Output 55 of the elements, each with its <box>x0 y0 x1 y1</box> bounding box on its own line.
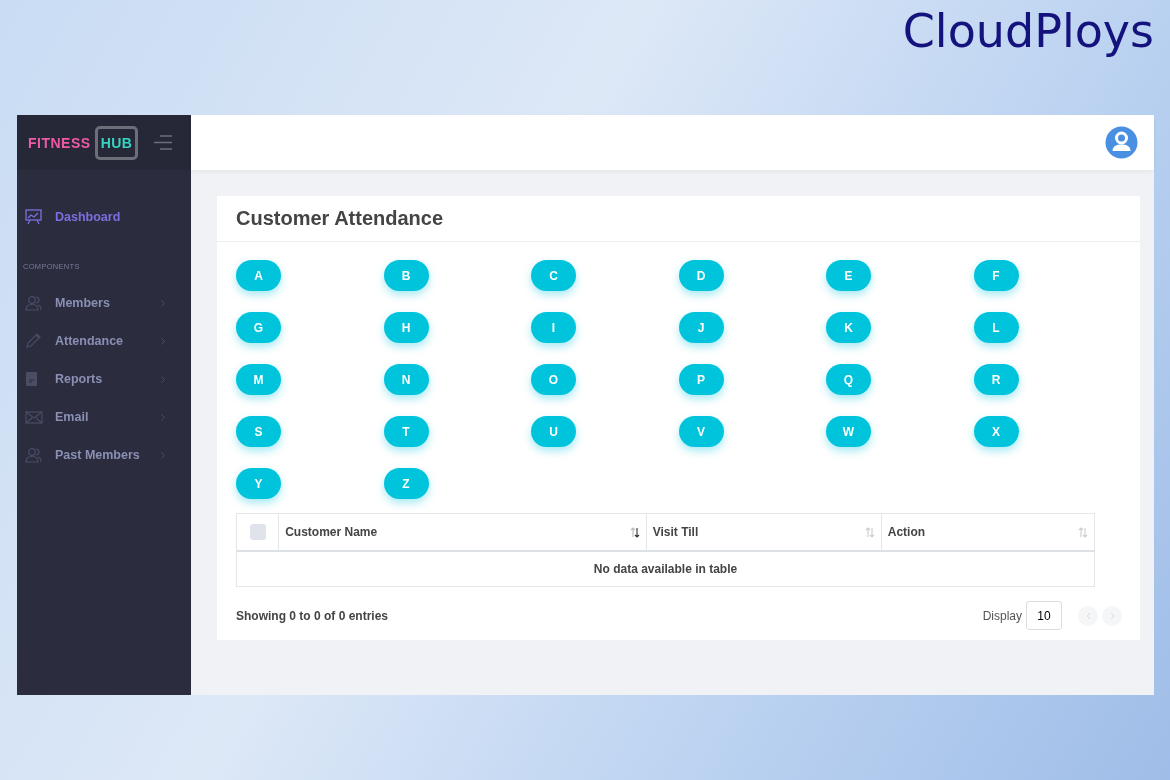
sort-icon[interactable] <box>629 526 640 538</box>
brand-logo-text: CloudPloys <box>902 4 1154 58</box>
letter-filter-button[interactable]: E <box>826 260 871 291</box>
letter-filter-button[interactable]: O <box>531 364 576 395</box>
letter-filter-button[interactable]: S <box>236 416 281 447</box>
letter-filter-button[interactable]: X <box>973 416 1019 447</box>
letter-filter-button[interactable]: P <box>678 364 724 395</box>
letter-filter-button[interactable]: R <box>973 364 1019 395</box>
entries-info: Showing 0 to 0 of 0 entries <box>236 608 389 623</box>
letter-filter-button[interactable]: C <box>531 260 576 291</box>
letter-filter-button[interactable]: N <box>383 364 429 395</box>
chevron-icon <box>1085 611 1091 620</box>
letter-filter-button[interactable]: D <box>678 260 724 291</box>
menu-icon[interactable] <box>154 135 173 150</box>
user-avatar-icon[interactable] <box>1105 126 1138 159</box>
letter-filter-button[interactable]: Q <box>826 364 871 395</box>
letter-filter-button[interactable]: U <box>531 416 576 447</box>
logo-text: FITNESS <box>28 134 91 151</box>
sidebar-item[interactable]: Members <box>17 284 191 322</box>
column-header[interactable]: Visit Till <box>652 525 699 539</box>
empty-table-message: No data available in table <box>236 551 1095 587</box>
sidebar-item[interactable]: Email <box>17 398 191 436</box>
pencil-icon <box>25 333 42 349</box>
letter-filter-button[interactable]: J <box>678 312 724 343</box>
letter-filter-button[interactable]: Z <box>383 468 429 499</box>
letter-filter-button[interactable]: M <box>236 364 281 395</box>
page-size-field[interactable]: 10 <box>1026 601 1062 630</box>
letter-filter-button[interactable]: V <box>678 416 724 447</box>
letter-filter-button[interactable]: W <box>826 416 871 447</box>
letter-filter-button[interactable]: F <box>973 260 1019 291</box>
users-icon <box>25 295 42 311</box>
mail-icon <box>25 410 43 424</box>
document-icon <box>25 371 38 387</box>
sidebar-item[interactable]: Dashboard <box>17 198 191 236</box>
letter-filter-button[interactable]: I <box>531 312 576 343</box>
letter-filter-button[interactable]: Y <box>236 468 281 499</box>
card-title: Customer Attendance <box>217 196 1140 242</box>
sidebar-item[interactable]: Attendance <box>17 322 191 360</box>
letter-filter-button[interactable]: K <box>826 312 871 343</box>
sidebar-item[interactable]: Past Members <box>17 436 191 474</box>
letter-filter-button[interactable]: B <box>383 260 429 291</box>
display-label: Display <box>982 608 1022 623</box>
presentation-chart-icon <box>25 209 42 225</box>
letter-filter-button[interactable]: L <box>973 312 1019 343</box>
letter-filter-button[interactable]: G <box>236 312 281 343</box>
letter-filter-button[interactable]: A <box>236 260 281 291</box>
checkbox[interactable] <box>249 524 266 540</box>
chevron-icon <box>1109 611 1115 620</box>
column-header[interactable]: Action <box>887 525 926 539</box>
letter-filter-button[interactable]: H <box>383 312 429 343</box>
column-header[interactable]: Customer Name <box>285 525 378 539</box>
logo-text: HUB <box>94 125 139 160</box>
letter-filter-button[interactable]: T <box>383 416 429 447</box>
users-icon <box>25 447 42 463</box>
sidebar-item[interactable]: Reports <box>17 360 191 398</box>
